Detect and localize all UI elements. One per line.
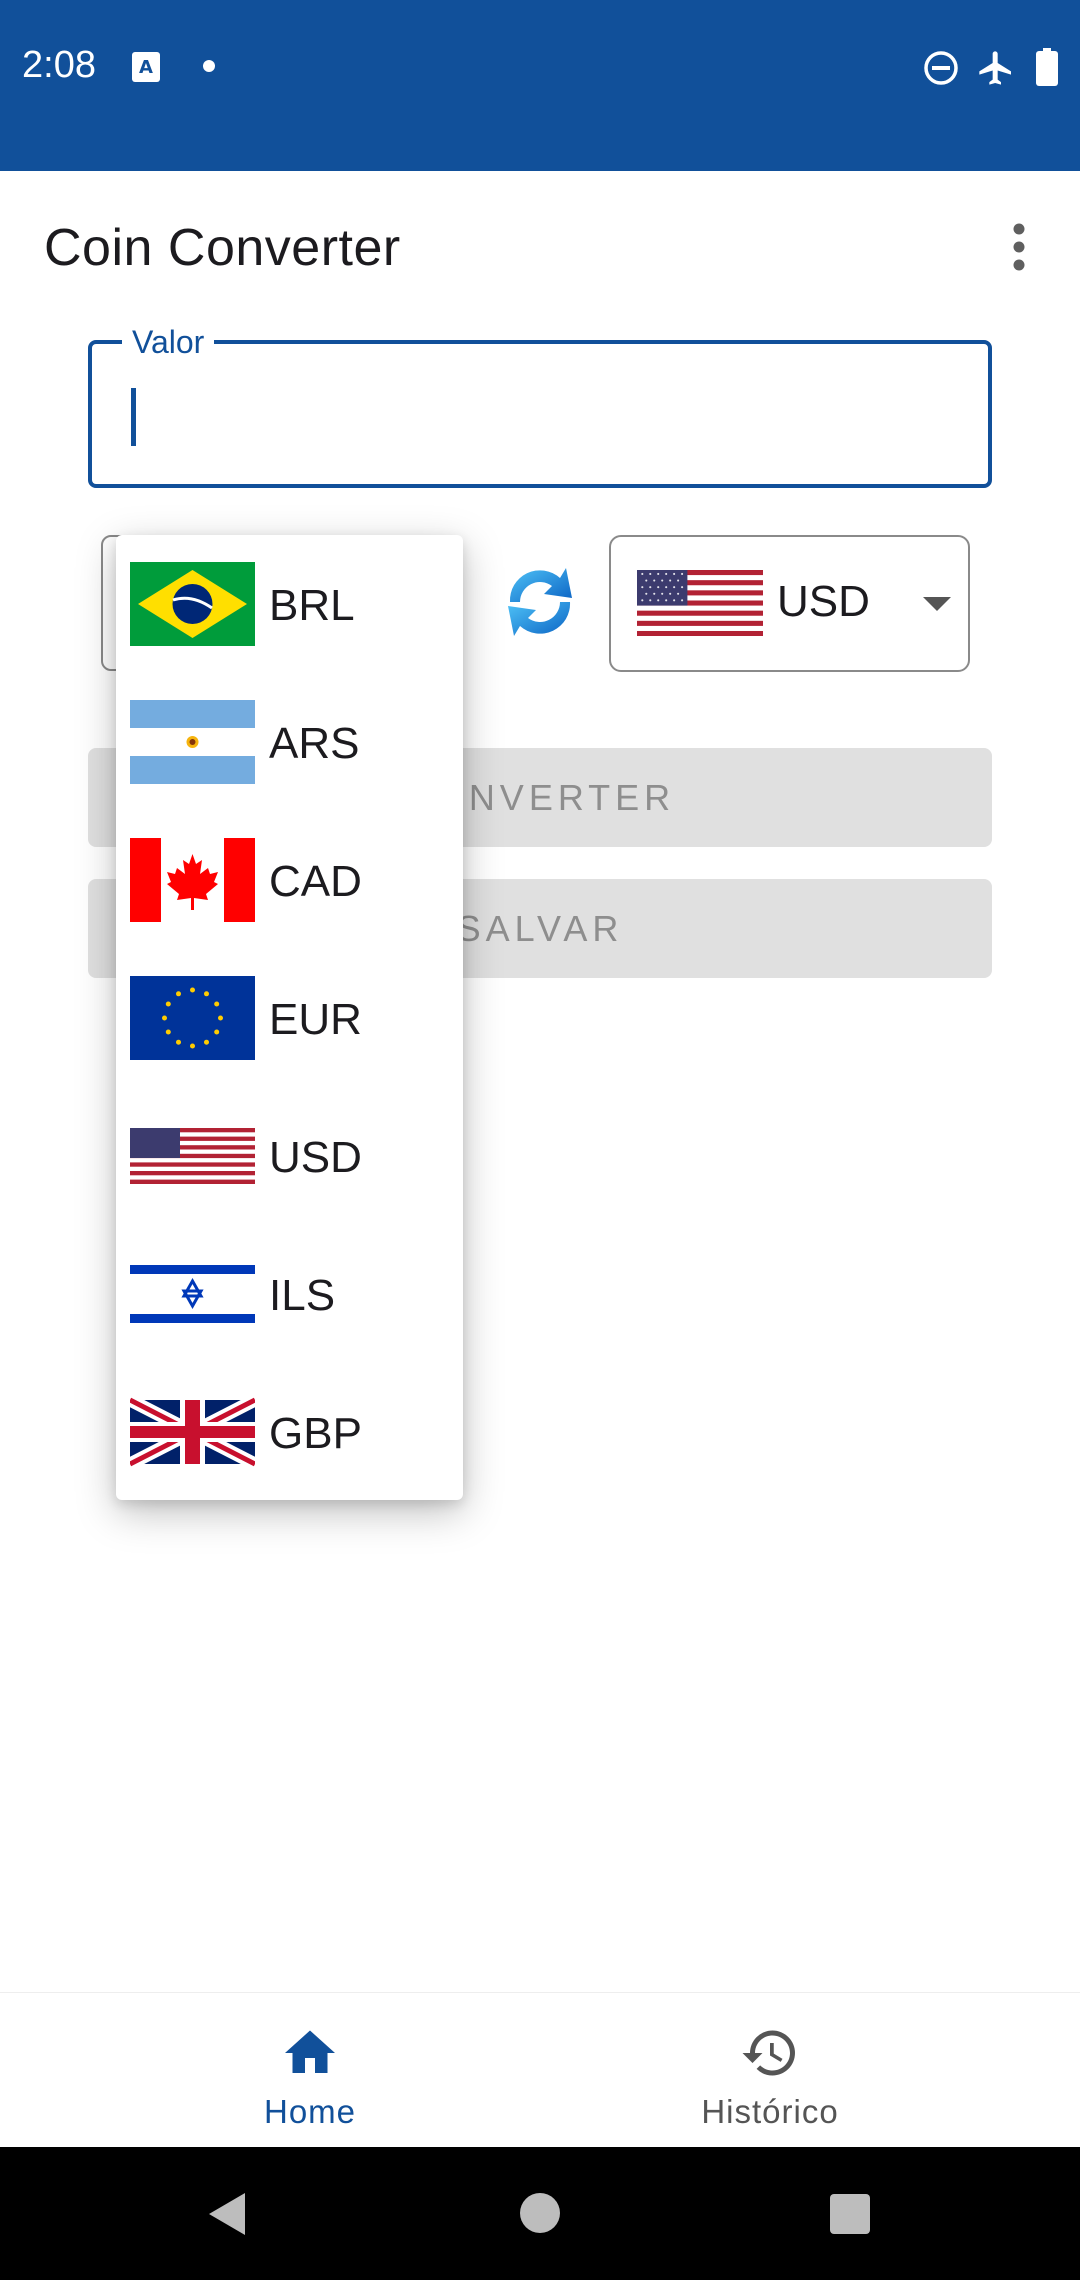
dropdown-item-ars[interactable]: ARS bbox=[116, 673, 463, 811]
nav-history-label: Histórico bbox=[701, 2093, 839, 2130]
dropdown-item-eur[interactable]: EUR bbox=[116, 949, 463, 1087]
dropdown-item-brl[interactable]: BRL bbox=[116, 535, 463, 673]
dropdown-item-label: ILS bbox=[269, 1271, 336, 1320]
back-icon[interactable] bbox=[205, 2191, 249, 2237]
argentina-flag-icon bbox=[130, 700, 255, 784]
home-button-icon[interactable] bbox=[520, 2193, 560, 2233]
more-vert-icon[interactable] bbox=[1003, 222, 1035, 272]
do-not-disturb-icon bbox=[924, 51, 958, 85]
dropdown-item-ils[interactable]: ILS bbox=[116, 1225, 463, 1363]
dropdown-item-label: EUR bbox=[269, 995, 362, 1044]
bottom-navigation: Home Histórico bbox=[0, 1992, 1080, 2148]
brazil-flag-icon bbox=[130, 562, 255, 646]
dropdown-item-label: CAD bbox=[269, 857, 362, 906]
status-bar: 2:08 A bbox=[0, 0, 1080, 171]
nav-home[interactable]: Home bbox=[210, 1993, 410, 2148]
airplane-icon bbox=[979, 51, 1011, 85]
us-flag-icon bbox=[130, 1128, 255, 1184]
home-icon bbox=[285, 2030, 335, 2073]
text-a-icon: A bbox=[132, 52, 160, 82]
nav-history[interactable]: Histórico bbox=[670, 1993, 870, 2148]
nav-home-label: Home bbox=[263, 2093, 357, 2130]
system-navigation-bar bbox=[0, 2147, 1080, 2280]
to-currency-select[interactable]: USD bbox=[609, 535, 970, 672]
dropdown-item-label: GBP bbox=[269, 1409, 362, 1458]
dropdown-item-label: USD bbox=[269, 1133, 362, 1182]
uk-flag-icon bbox=[130, 1394, 255, 1470]
history-icon bbox=[742, 2030, 795, 2076]
dropdown-arrow-icon bbox=[923, 597, 951, 611]
dropdown-item-gbp[interactable]: GBP bbox=[116, 1363, 463, 1501]
us-flag-icon bbox=[637, 570, 763, 636]
canada-flag-icon bbox=[130, 838, 255, 922]
value-input[interactable] bbox=[88, 340, 992, 488]
swap-arrows-icon[interactable] bbox=[500, 558, 580, 646]
recents-icon[interactable] bbox=[830, 2194, 870, 2234]
to-currency-code: USD bbox=[777, 577, 870, 626]
svg-text:A: A bbox=[139, 57, 153, 78]
dropdown-item-label: ARS bbox=[269, 719, 360, 768]
dropdown-item-cad[interactable]: CAD bbox=[116, 811, 463, 949]
eu-flag-icon bbox=[130, 976, 255, 1060]
dropdown-item-label: BRL bbox=[269, 581, 355, 630]
app-title: Coin Converter bbox=[44, 219, 401, 277]
status-time: 2:08 bbox=[22, 44, 96, 86]
dropdown-item-usd[interactable]: USD bbox=[116, 1087, 463, 1225]
value-label: Valor bbox=[122, 324, 215, 361]
israel-flag-icon bbox=[130, 1258, 255, 1330]
text-cursor bbox=[131, 388, 136, 446]
currency-dropdown-menu: BRL ARS CAD EUR USD ILS GBP bbox=[116, 535, 463, 1500]
battery-icon bbox=[1036, 48, 1058, 86]
dot-icon bbox=[203, 60, 215, 72]
